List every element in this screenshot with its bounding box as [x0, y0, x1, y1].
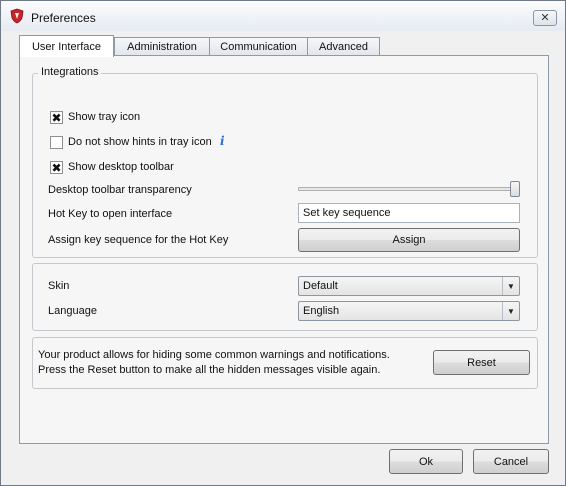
- language-label: Language: [48, 305, 97, 317]
- no-hints-checkbox[interactable]: [50, 136, 63, 149]
- ok-button-label: Ok: [418, 455, 434, 468]
- tab-communication[interactable]: Communication: [209, 37, 308, 56]
- tab-label: Advanced: [319, 41, 368, 53]
- tab-advanced[interactable]: Advanced: [307, 37, 380, 56]
- notice-group: Your product allows for hiding some comm…: [32, 337, 538, 389]
- ok-button[interactable]: Ok: [389, 449, 463, 474]
- checkmark-icon: ✖: [51, 160, 62, 175]
- transparency-slider-track[interactable]: [298, 187, 518, 191]
- skin-value: Default: [303, 280, 338, 292]
- integrations-legend: Integrations: [38, 66, 102, 78]
- no-hints-label: Do not show hints in tray icon: [68, 136, 212, 148]
- transparency-slider-thumb[interactable]: [510, 181, 520, 197]
- title-bar: Preferences ✕: [1, 1, 565, 31]
- show-tray-icon-label: Show tray icon: [68, 111, 141, 123]
- tab-label: Administration: [127, 41, 197, 53]
- info-icon[interactable]: i: [220, 134, 225, 148]
- tab-user-interface[interactable]: User Interface: [19, 35, 114, 57]
- notice-text: Your product allows for hiding some comm…: [38, 349, 390, 376]
- tab-label: User Interface: [31, 40, 102, 53]
- reset-button-label: Reset: [467, 356, 496, 369]
- chevron-down-icon: ▼: [502, 302, 519, 320]
- show-desktop-toolbar-checkbox[interactable]: ✖: [50, 161, 63, 174]
- window-title: Preferences: [31, 11, 96, 25]
- cancel-button[interactable]: Cancel: [473, 449, 549, 474]
- assign-button[interactable]: Assign: [298, 228, 520, 252]
- tab-administration[interactable]: Administration: [114, 37, 210, 56]
- hotkey-input[interactable]: Set key sequence: [298, 203, 520, 223]
- integrations-group: Integrations ✖ Show tray icon Do not sho…: [32, 66, 538, 258]
- close-button[interactable]: ✕: [533, 10, 557, 26]
- tab-label: Communication: [220, 41, 297, 53]
- hotkey-label: Hot Key to open interface: [48, 208, 173, 220]
- checkmark-icon: ✖: [51, 110, 62, 125]
- chevron-down-icon: ▼: [502, 277, 519, 295]
- assign-button-label: Assign: [392, 234, 426, 246]
- skin-label: Skin: [48, 280, 70, 292]
- assign-label: Assign key sequence for the Hot Key: [48, 234, 229, 246]
- transparency-label: Desktop toolbar transparency: [48, 184, 192, 196]
- user-interface-panel: Integrations ✖ Show tray icon Do not sho…: [19, 55, 549, 444]
- appearance-group: Skin Default ▼ Language English ▼: [32, 263, 538, 331]
- cancel-button-label: Cancel: [493, 455, 529, 468]
- show-tray-icon-checkbox[interactable]: ✖: [50, 111, 63, 124]
- language-value: English: [303, 305, 340, 317]
- language-select[interactable]: English ▼: [298, 301, 520, 321]
- close-icon: ✕: [540, 11, 550, 24]
- skin-select[interactable]: Default ▼: [298, 276, 520, 296]
- preferences-window: Preferences ✕ User Interface Administrat…: [0, 0, 566, 486]
- reset-button[interactable]: Reset: [433, 350, 530, 375]
- show-desktop-toolbar-label: Show desktop toolbar: [68, 161, 174, 173]
- shield-app-icon: [9, 8, 25, 24]
